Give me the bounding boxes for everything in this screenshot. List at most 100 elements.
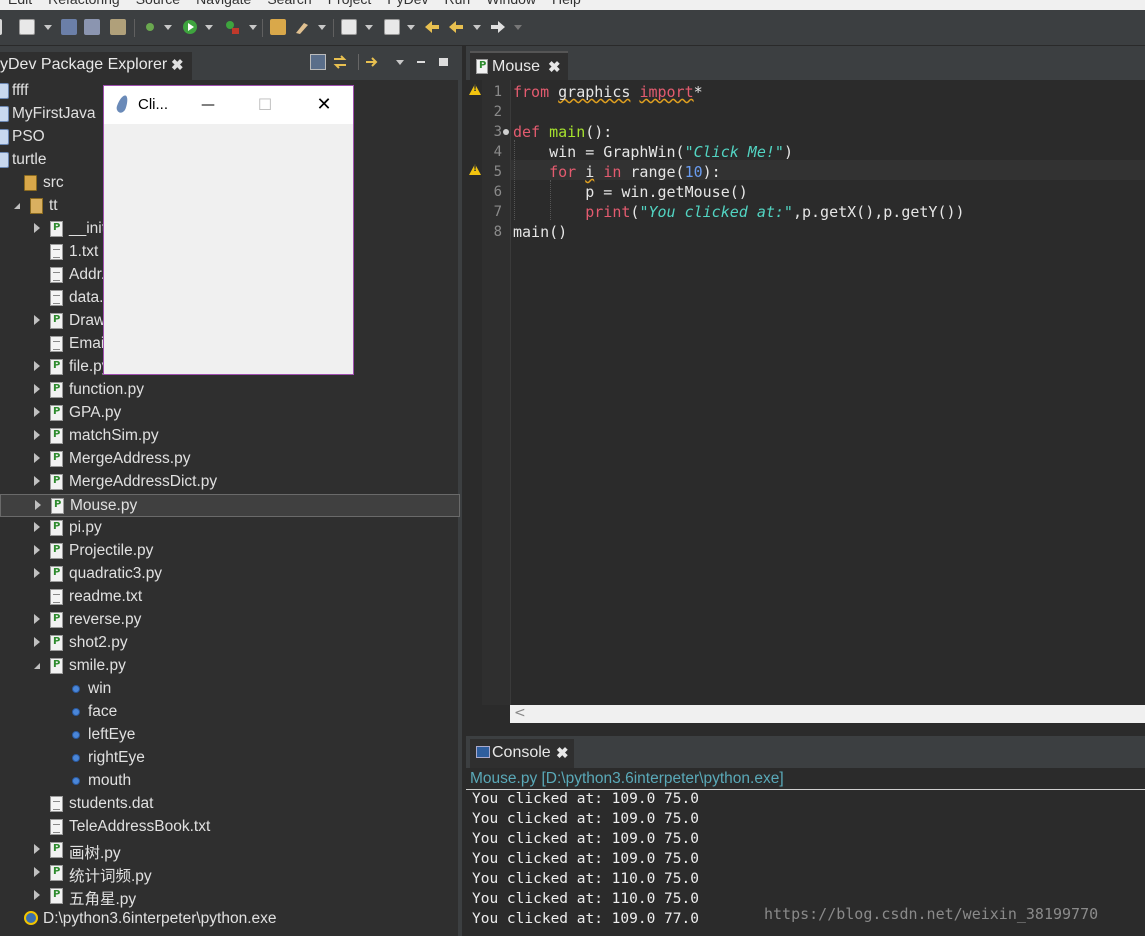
run-dropdown-icon[interactable] — [205, 25, 213, 30]
next-annotation-icon[interactable] — [384, 19, 400, 35]
tree-item[interactable]: 画树.py — [0, 839, 460, 862]
collapsed-twisty-icon[interactable] — [34, 522, 40, 532]
editor-horizontal-scrollbar[interactable]: < — [510, 705, 1145, 723]
menu-item-run[interactable]: Run — [437, 0, 479, 7]
close-icon[interactable]: ✖ — [548, 58, 561, 76]
tree-item[interactable]: mouth — [0, 770, 460, 793]
collapsed-twisty-icon[interactable] — [34, 614, 40, 624]
tree-item[interactable]: quadratic3.py — [0, 563, 460, 586]
tree-item[interactable]: 五角星.py — [0, 885, 460, 908]
tab-console[interactable]: Console ✖ — [470, 739, 574, 768]
menu-item-edit[interactable]: Edit — [0, 0, 40, 7]
tree-item[interactable]: pi.py — [0, 517, 460, 540]
menu-item-help[interactable]: Help — [544, 0, 589, 7]
last-edit-icon[interactable] — [424, 19, 440, 35]
menu-item-search[interactable]: Search — [259, 0, 319, 7]
new-dropdown-icon[interactable] — [44, 25, 52, 30]
tab-package-explorer[interactable]: yDev Package Explorer ✖ — [0, 52, 192, 80]
collapsed-twisty-icon[interactable] — [34, 568, 40, 578]
scroll-left-icon[interactable]: < — [514, 705, 526, 721]
print-icon[interactable] — [110, 19, 126, 35]
code-area[interactable]: from graphics import* def main(): win = … — [510, 80, 1145, 705]
tree-item[interactable]: TeleAddressBook.txt — [0, 816, 460, 839]
annotation-icon[interactable] — [341, 19, 357, 35]
maximize-button[interactable]: ☐ — [245, 90, 285, 120]
open-folder-icon[interactable] — [270, 19, 286, 35]
focus-icon[interactable] — [364, 54, 380, 70]
tree-item[interactable]: smile.py — [0, 655, 460, 678]
new-file-icon[interactable] — [19, 19, 35, 35]
window-titlebar[interactable]: Cli... — ☐ ✕ — [104, 86, 353, 124]
tree-item[interactable]: readme.txt — [0, 586, 460, 609]
back-icon[interactable] — [448, 19, 464, 35]
collapsed-twisty-icon[interactable] — [34, 453, 40, 463]
tree-item[interactable]: Projectile.py — [0, 540, 460, 563]
collapse-all-icon[interactable] — [310, 54, 326, 70]
expanded-twisty-icon[interactable] — [14, 203, 20, 209]
collapsed-twisty-icon[interactable] — [34, 844, 40, 854]
debug-dropdown-icon[interactable] — [164, 25, 172, 30]
menu-item-source[interactable]: Source — [128, 0, 188, 7]
maximize-icon[interactable] — [436, 54, 452, 70]
collapsed-twisty-icon[interactable] — [34, 223, 40, 233]
minimize-icon[interactable] — [414, 54, 430, 70]
collapsed-twisty-icon[interactable] — [34, 361, 40, 371]
tree-item[interactable]: leftEye — [0, 724, 460, 747]
tree-item[interactable]: D:\python3.6interpeter\python.exe — [0, 908, 460, 931]
menu-item-pydev[interactable]: PyDev — [379, 0, 436, 7]
graphwin-canvas[interactable] — [104, 124, 353, 374]
next-annotation-dropdown-icon[interactable] — [407, 25, 415, 30]
menu-item-navigate[interactable]: Navigate — [188, 0, 259, 7]
tree-item[interactable]: GPA.py — [0, 402, 460, 425]
collapsed-twisty-icon[interactable] — [34, 407, 40, 417]
collapsed-twisty-icon[interactable] — [34, 637, 40, 647]
back-dropdown-icon[interactable] — [473, 25, 481, 30]
collapsed-twisty-icon[interactable] — [35, 500, 41, 510]
external-tools-dropdown-icon[interactable] — [249, 25, 257, 30]
collapsed-twisty-icon[interactable] — [34, 430, 40, 440]
collapsed-twisty-icon[interactable] — [34, 476, 40, 486]
collapsed-twisty-icon[interactable] — [34, 315, 40, 325]
collapsed-twisty-icon[interactable] — [34, 890, 40, 900]
forward-dropdown-icon[interactable] — [514, 25, 522, 30]
save-icon[interactable] — [61, 19, 77, 35]
tree-item[interactable]: students.dat — [0, 793, 460, 816]
view-menu-icon[interactable] — [396, 60, 404, 65]
external-tools-icon[interactable] — [224, 19, 240, 35]
menu-item-project[interactable]: Project — [320, 0, 380, 7]
tree-item[interactable]: rightEye — [0, 747, 460, 770]
tree-item[interactable]: shot2.py — [0, 632, 460, 655]
tab-mouse-py[interactable]: Mouse ✖ — [470, 51, 568, 80]
forward-icon[interactable] — [490, 19, 506, 35]
collapsed-twisty-icon[interactable] — [34, 867, 40, 877]
link-with-editor-icon[interactable] — [332, 54, 348, 70]
tree-item[interactable]: face — [0, 701, 460, 724]
run-icon[interactable] — [182, 19, 198, 35]
tree-item[interactable]: MergeAddressDict.py — [0, 471, 460, 494]
close-icon[interactable]: ✖ — [171, 56, 184, 74]
warning-icon[interactable] — [469, 164, 481, 176]
minimize-button[interactable]: — — [188, 90, 228, 120]
menu-item-refactoring[interactable]: Refactoring — [40, 0, 128, 7]
brush-dropdown-icon[interactable] — [318, 25, 326, 30]
save-all-icon[interactable] — [84, 19, 100, 35]
brush-icon[interactable] — [294, 19, 310, 35]
tree-item[interactable]: Mouse.py — [0, 494, 460, 517]
collapsed-twisty-icon[interactable] — [34, 545, 40, 555]
tree-item[interactable]: matchSim.py — [0, 425, 460, 448]
warning-icon[interactable] — [469, 84, 481, 96]
tree-item[interactable]: win — [0, 678, 460, 701]
menu-item-window[interactable]: Window — [478, 0, 544, 7]
expanded-twisty-icon[interactable] — [34, 663, 40, 669]
tree-item[interactable]: function.py — [0, 379, 460, 402]
tree-item[interactable]: 统计词频.py — [0, 862, 460, 885]
close-button[interactable]: ✕ — [304, 90, 344, 120]
debug-icon[interactable] — [142, 19, 158, 35]
fold-marker-icon[interactable] — [503, 129, 509, 135]
tree-item[interactable]: reverse.py — [0, 609, 460, 632]
annotation-dropdown-icon[interactable] — [365, 25, 373, 30]
collapsed-twisty-icon[interactable] — [34, 384, 40, 394]
close-icon[interactable]: ✖ — [556, 744, 569, 762]
tree-item[interactable]: MergeAddress.py — [0, 448, 460, 471]
graphwin-window[interactable]: Cli... — ☐ ✕ — [103, 85, 354, 375]
